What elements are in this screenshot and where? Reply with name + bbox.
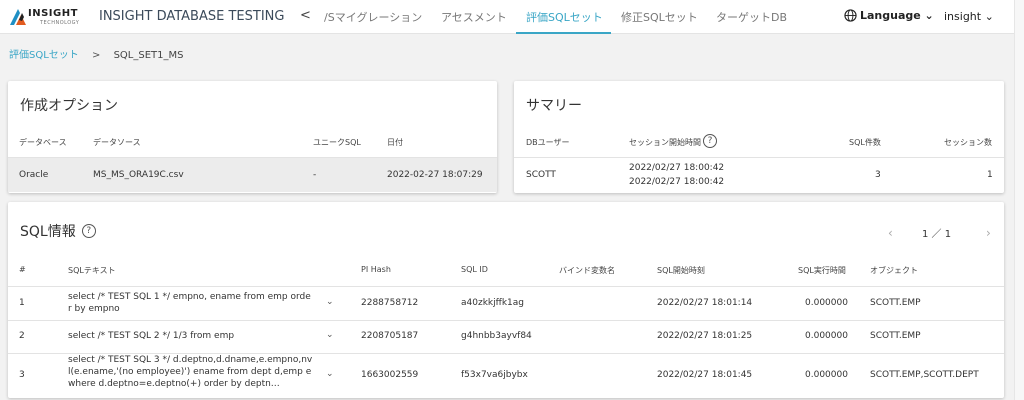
header-db-user: DBユーザー bbox=[526, 138, 570, 147]
breadcrumb-current: SQL_SET1_MS bbox=[113, 50, 184, 61]
breadcrumb-separator: > bbox=[91, 50, 101, 61]
pager-text: 1 ／ 1 bbox=[922, 229, 952, 240]
cell-session-end: 2022/02/27 18:00:42 bbox=[629, 177, 725, 187]
cell-database: Oracle bbox=[19, 170, 49, 180]
cell-sql-id: f53x7va6jbybx bbox=[461, 370, 528, 380]
top-header: INSIGHT TECHNOLOGY INSIGHT DATABASE TEST… bbox=[0, 0, 1014, 34]
cell-sql-text: select /* TEST SQL 3 */ d.deptno,d.dname… bbox=[68, 355, 313, 389]
chevron-down-icon[interactable]: ⌄ bbox=[326, 297, 334, 307]
cell-pi-hash: 1663002559 bbox=[361, 370, 419, 380]
header-date: 日付 bbox=[387, 138, 403, 147]
breadcrumb-link[interactable]: 評価SQLセット bbox=[9, 50, 79, 61]
cell-sql-text: select /* TEST SQL 2 */ 1/3 from emp bbox=[68, 331, 235, 341]
breadcrumb: 評価SQLセット > SQL_SET1_MS bbox=[9, 46, 183, 61]
header-sql-exec-time: SQL実行時間 bbox=[798, 266, 846, 275]
divider bbox=[514, 157, 1004, 158]
table-row[interactable]: 3 select /* TEST SQL 3 */ d.deptno,d.dna… bbox=[8, 354, 1004, 398]
language-menu[interactable]: Language ⌄ bbox=[844, 9, 934, 22]
header-sql-start: SQL開始時刻 bbox=[657, 266, 705, 275]
options-row[interactable]: Oracle MS_MS_ORA19C.csv - 2022-02-27 18:… bbox=[8, 158, 497, 192]
nav-scroll-left-button[interactable]: < bbox=[300, 8, 311, 23]
cell-session-count: 1 bbox=[987, 170, 993, 180]
cell-sql-exec-time: 0.000000 bbox=[805, 298, 848, 308]
table-row[interactable]: 2 select /* TEST SQL 2 */ 1/3 from emp ⌄… bbox=[8, 321, 1004, 353]
globe-icon bbox=[844, 9, 857, 22]
header-bind-vars: バインド変数名 bbox=[559, 266, 615, 275]
cell-sql-exec-time: 0.000000 bbox=[805, 331, 848, 341]
page-scrollbar[interactable] bbox=[1014, 0, 1024, 400]
cell-sql-start: 2022/02/27 18:01:14 bbox=[657, 298, 753, 308]
header-object: オブジェクト bbox=[870, 266, 918, 275]
options-card-title: 作成オプション bbox=[20, 98, 118, 114]
cell-sql-exec-time: 0.000000 bbox=[805, 370, 848, 380]
cell-pi-hash: 2288758712 bbox=[361, 298, 419, 308]
tab-evaluation-sql-set[interactable]: 評価SQLセット bbox=[526, 9, 603, 25]
cell-sql-count: 3 bbox=[875, 170, 881, 180]
tab-modified-sql-set[interactable]: 修正SQLセット bbox=[621, 9, 698, 25]
sql-info-title-wrap: SQL情報 ? bbox=[20, 221, 96, 241]
language-label: Language ⌄ bbox=[860, 9, 934, 22]
logo-mark-icon bbox=[10, 9, 26, 25]
help-icon[interactable]: ? bbox=[703, 134, 717, 148]
logo-text: INSIGHT bbox=[28, 8, 78, 19]
logo-subtext: TECHNOLOGY bbox=[40, 20, 80, 26]
cell-sql-start: 2022/02/27 18:01:45 bbox=[657, 370, 753, 380]
pager-next-button[interactable]: › bbox=[986, 226, 991, 240]
cell-num: 3 bbox=[19, 370, 25, 380]
cell-sql-id: g4hnbb3ayvf84 bbox=[461, 331, 532, 341]
header-num: # bbox=[19, 265, 26, 274]
active-tab-indicator bbox=[516, 32, 611, 34]
cell-pi-hash: 2208705187 bbox=[361, 331, 419, 341]
user-menu[interactable]: insight ⌄ bbox=[944, 10, 994, 23]
cell-num: 2 bbox=[19, 331, 25, 341]
header-sql-count: SQL件数 bbox=[849, 138, 881, 147]
cell-date: 2022-02-27 18:07:29 bbox=[387, 170, 483, 180]
header-session-count: セッション数 bbox=[944, 138, 992, 147]
header-datasource: データソース bbox=[93, 138, 141, 147]
tab-target-db[interactable]: ターゲットDB bbox=[716, 9, 787, 25]
cell-object: SCOTT.EMP,SCOTT.DEPT bbox=[870, 370, 979, 380]
help-icon[interactable]: ? bbox=[81, 224, 96, 238]
summary-card-title: サマリー bbox=[526, 98, 582, 114]
chevron-down-icon[interactable]: ⌄ bbox=[326, 330, 334, 340]
header-sql-id: SQL ID bbox=[461, 265, 488, 274]
options-card: 作成オプション データベース データソース ユニークSQL 日付 Oracle … bbox=[8, 81, 497, 193]
cell-sql-id: a40zkkjffk1ag bbox=[461, 298, 524, 308]
header-session-start: セッション開始時間 bbox=[629, 138, 701, 147]
app-title: INSIGHT DATABASE TESTING bbox=[99, 9, 285, 24]
tab-assessment[interactable]: アセスメント bbox=[441, 9, 507, 25]
pager-prev-button[interactable]: ‹ bbox=[888, 226, 893, 240]
logo[interactable]: INSIGHT TECHNOLOGY bbox=[10, 7, 90, 29]
header-database: データベース bbox=[19, 138, 67, 147]
cell-sql-start: 2022/02/27 18:01:25 bbox=[657, 331, 753, 341]
cell-session-start: 2022/02/27 18:00:42 bbox=[629, 163, 725, 173]
cell-unique-sql: - bbox=[313, 170, 317, 180]
sql-info-title: SQL情報 bbox=[20, 224, 76, 240]
sql-info-card: SQL情報 ? # SQLテキスト PI Hash SQL ID バインド変数名… bbox=[8, 202, 1004, 398]
cell-datasource: MS_MS_ORA19C.csv bbox=[93, 170, 184, 180]
summary-card: サマリー DBユーザー セッション開始時間 ? SQL件数 セッション数 SCO… bbox=[514, 81, 1004, 193]
header-sql-text: SQLテキスト bbox=[68, 266, 116, 275]
cell-db-user: SCOTT bbox=[526, 170, 556, 180]
cell-sql-text: select /* TEST SQL 1 */ empno, ename fro… bbox=[68, 292, 311, 314]
header-unique-sql: ユニークSQL bbox=[313, 138, 361, 147]
cell-num: 1 bbox=[19, 298, 25, 308]
cell-object: SCOTT.EMP bbox=[870, 331, 921, 341]
chevron-down-icon[interactable]: ⌄ bbox=[326, 369, 334, 379]
tab-migration[interactable]: /Sマイグレーション bbox=[324, 9, 422, 25]
cell-object: SCOTT.EMP bbox=[870, 298, 921, 308]
header-pi-hash: PI Hash bbox=[361, 265, 391, 274]
table-row[interactable]: 1 select /* TEST SQL 1 */ empno, ename f… bbox=[8, 287, 1004, 320]
